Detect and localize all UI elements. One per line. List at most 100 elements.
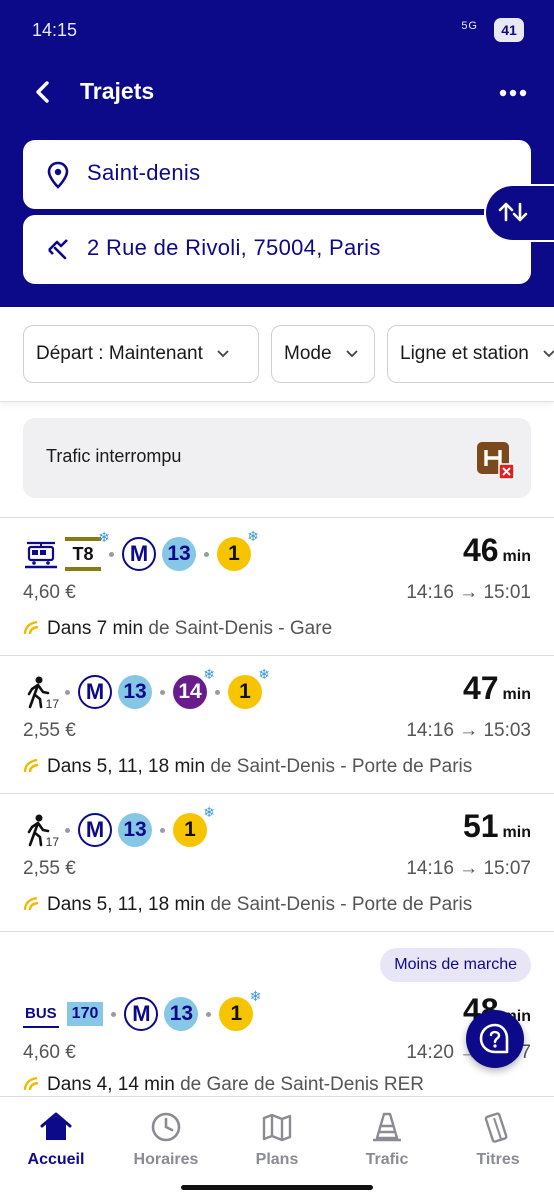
next-departure: Dans 5, 11, 18 min de Saint-Denis - Port… (23, 894, 472, 916)
chevron-left-icon (36, 81, 49, 103)
header: 14:15 5G 41 Trajets Saint-denis 2 Rue de… (0, 0, 554, 307)
home-indicator (181, 1185, 373, 1190)
swap-button[interactable] (484, 184, 554, 242)
traffic-cone-icon (373, 1112, 401, 1142)
route-lines: BUS 170 M 13 1 ❄ (23, 988, 261, 1034)
signal-indicator: 5G (461, 20, 478, 32)
walk-minutes: 17 (45, 697, 59, 711)
realtime-icon (23, 1076, 39, 1091)
destination-field[interactable]: 2 Rue de Rivoli, 75004, Paris (23, 215, 531, 284)
map-icon (262, 1113, 292, 1142)
battery-indicator: 41 (494, 18, 524, 42)
route-duration: 46 min (463, 532, 531, 569)
route-price: 4,60 € (23, 582, 76, 603)
swap-vertical-icon (498, 202, 528, 222)
line-1-badge: 1 ❄ (173, 804, 215, 847)
line-13-badge: 13 (162, 537, 196, 571)
route-lines: 17 M 13 1 ❄ (23, 804, 215, 850)
snowflake-icon: ❄ (98, 529, 110, 545)
route-price: 2,55 € (23, 858, 76, 879)
duration-value: 51 (462, 808, 499, 844)
next-times: Dans 4, 14 min (47, 1074, 175, 1095)
line-station-filter[interactable]: Ligne et station (387, 325, 554, 383)
walk-icon: 17 (23, 813, 59, 849)
origin-text: Saint-denis (87, 160, 201, 185)
status-time: 14:15 (32, 20, 78, 40)
line-1-label: 1 (184, 818, 196, 841)
location-pin-icon (47, 161, 69, 189)
route-duration: 51 min (463, 808, 531, 845)
line-13-badge: 13 (118, 813, 152, 847)
next-stop: de Saint-Denis - Porte de Paris (210, 756, 473, 777)
route-option-3[interactable]: 17 M 13 1 ❄ 51 min 2,55 € 14:16 → 15:07 Da… (0, 793, 554, 931)
realtime-icon (23, 896, 39, 911)
mode-filter[interactable]: Mode (271, 325, 375, 383)
route-option-1[interactable]: T8 ❄ M 13 1 ❄ 46 min 4,60 € 14:16 → 15:01 … (0, 517, 554, 655)
duration-unit: min (502, 548, 531, 565)
help-chat-button[interactable] (466, 1010, 524, 1068)
line-1-label: 1 (228, 542, 240, 565)
elevator-out-icon (477, 442, 515, 480)
arrive-time: 15:03 (483, 720, 531, 741)
depart-time: 14:16 (406, 582, 454, 603)
arrive-time: 15:01 (483, 582, 531, 603)
route-price: 4,60 € (23, 1042, 76, 1063)
line-14-badge: 14 ❄ (173, 666, 215, 709)
route-times: 14:16 → 15:01 (406, 582, 531, 604)
filter-bar: Départ : Maintenant Mode Ligne et statio… (0, 307, 554, 402)
snowflake-icon: ❄ (203, 804, 215, 820)
line-t8-label: T8 (72, 544, 94, 564)
line-1-badge: 1 ❄ (219, 988, 261, 1031)
arrow-icon: → (459, 858, 479, 879)
tram-icon (25, 541, 57, 569)
nav-label: Trafic (365, 1151, 409, 1168)
departure-filter[interactable]: Départ : Maintenant (23, 325, 259, 383)
line-13-badge: 13 (164, 997, 199, 1031)
nav-label: Horaires (133, 1151, 199, 1168)
snowflake-icon: ❄ (203, 666, 215, 682)
origin-field[interactable]: Saint-denis (23, 140, 531, 209)
nav-accueil[interactable]: Accueil (1, 1111, 111, 1169)
line-1-badge: 1 ❄ (228, 666, 270, 709)
more-horizontal-icon (499, 89, 527, 97)
chevron-down-icon (217, 350, 229, 358)
nav-label: Accueil (27, 1151, 85, 1168)
next-times: Dans 5, 11, 18 min (47, 756, 206, 777)
traffic-alert[interactable]: Trafic interrompu (23, 418, 531, 498)
next-departure: Dans 7 min de Saint-Denis - Gare (23, 618, 332, 640)
clock-icon (151, 1112, 181, 1142)
route-lines: T8 ❄ M 13 1 ❄ (23, 528, 259, 574)
nav-horaires[interactable]: Horaires (111, 1111, 221, 1169)
route-times: 14:16 → 15:07 (406, 858, 531, 880)
nav-plans[interactable]: Plans (222, 1111, 332, 1169)
back-button[interactable] (26, 74, 62, 110)
route-duration: 47 min (463, 670, 531, 707)
realtime-icon (23, 758, 39, 773)
arrow-icon: → (459, 582, 479, 603)
mode-filter-label: Mode (284, 343, 332, 364)
next-departure: Dans 4, 14 min de Gare de Saint-Denis RE… (23, 1074, 424, 1096)
destination-flag-icon (48, 239, 68, 260)
more-options-button[interactable] (498, 76, 528, 106)
duration-unit: min (502, 824, 531, 841)
traffic-alert-text: Trafic interrompu (46, 446, 182, 466)
metro-badge: M (124, 997, 159, 1031)
depart-time: 14:20 (406, 1042, 454, 1063)
snowflake-icon: ❄ (249, 988, 262, 1004)
nav-titres[interactable]: Titres (443, 1111, 553, 1169)
route-option-2[interactable]: 17 M 13 14 ❄ 1 ❄ 47 min 2,55 € 14:16 → 15:0… (0, 655, 554, 793)
duration-value: 46 (462, 532, 499, 568)
walk-minutes: 17 (45, 835, 59, 849)
snowflake-icon: ❄ (258, 666, 270, 682)
line-t8-badge: T8 ❄ (65, 529, 110, 571)
depart-time: 14:16 (406, 858, 454, 879)
nav-label: Plans (255, 1151, 299, 1168)
nav-trafic[interactable]: Trafic (332, 1111, 442, 1169)
line-1-label: 1 (230, 1002, 243, 1025)
route-price: 2,55 € (23, 720, 76, 741)
metro-badge: M (78, 813, 112, 847)
snowflake-icon: ❄ (247, 528, 259, 544)
metro-badge: M (122, 537, 156, 571)
realtime-icon (23, 620, 39, 635)
bus-icon: BUS (23, 1000, 59, 1028)
